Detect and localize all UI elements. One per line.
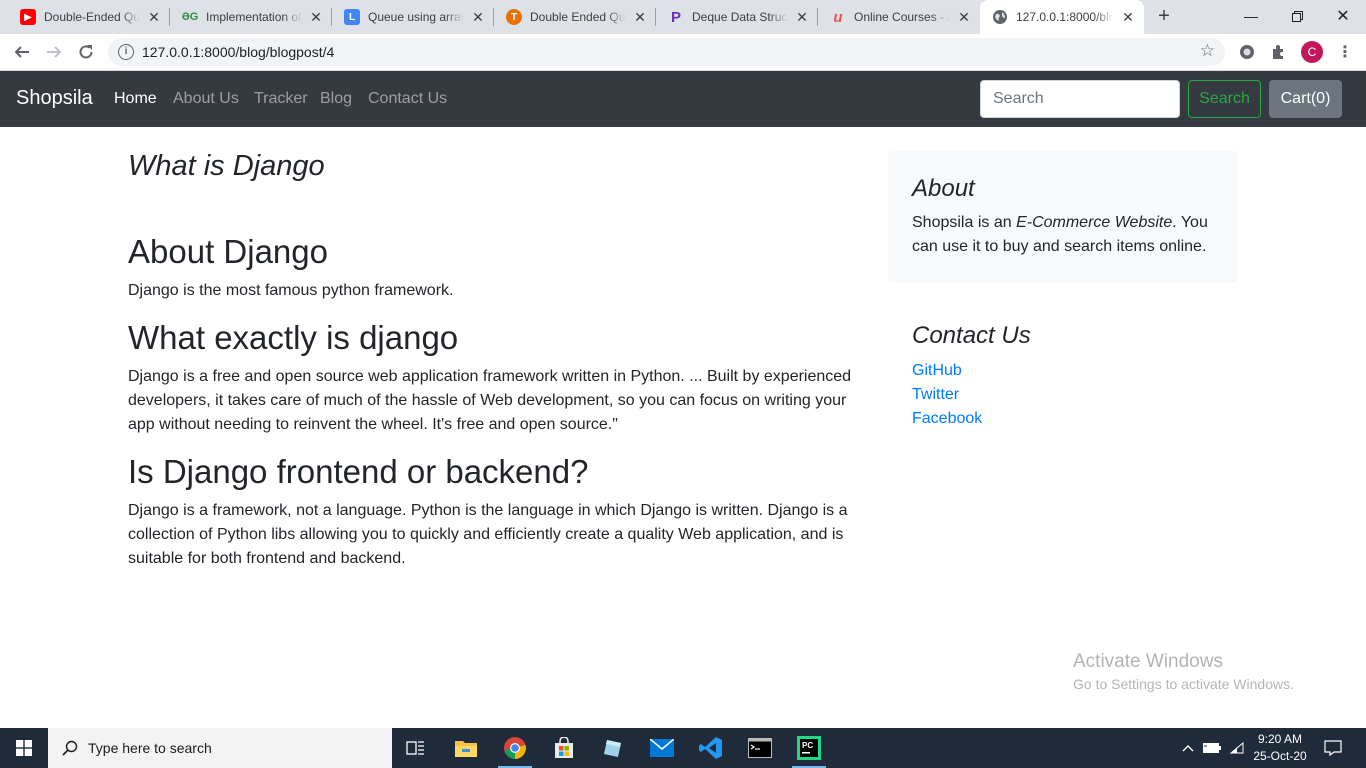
browser-tab[interactable]: L Queue using array ✕ xyxy=(332,0,494,34)
task-view-icon[interactable] xyxy=(393,728,439,768)
section-text: Django is the most famous python framewo… xyxy=(128,282,454,299)
twitter-link[interactable]: Twitter xyxy=(912,386,959,404)
facebook-link[interactable]: Facebook xyxy=(912,410,982,428)
close-window-icon[interactable]: ✕ xyxy=(1320,0,1366,32)
l-icon: L xyxy=(344,9,360,25)
tab-title: Online Courses - A xyxy=(854,10,950,24)
forward-icon[interactable] xyxy=(42,40,66,64)
menu-kebab-icon[interactable]: ⋮ xyxy=(1336,43,1354,61)
browser-tab[interactable]: ▶ Double-Ended Qu ✕ xyxy=(8,0,170,34)
site-navbar: Shopsila Home About Us Tracker Blog Cont… xyxy=(0,71,1366,127)
search-input[interactable]: Search xyxy=(980,80,1180,118)
close-tab-icon[interactable]: ✕ xyxy=(146,9,162,25)
notifications-icon[interactable] xyxy=(1318,728,1348,768)
tab-title: Implementation of xyxy=(206,10,302,24)
pycharm-icon[interactable]: PC xyxy=(786,728,832,768)
nav-tracker[interactable]: Tracker xyxy=(254,90,308,108)
extensions-puzzle-icon[interactable] xyxy=(1270,43,1288,61)
globe-icon xyxy=(992,9,1008,25)
address-bar[interactable]: i 127.0.0.1:8000/blog/blogpost/4 ☆ xyxy=(108,38,1225,66)
browser-tab[interactable]: u Online Courses - A ✕ xyxy=(818,0,980,34)
activate-windows-subtitle: Go to Settings to activate Windows. xyxy=(1073,676,1294,692)
section-text: Django is a free and open source web app… xyxy=(128,368,852,433)
mail-icon[interactable] xyxy=(639,728,685,768)
wifi-icon[interactable] xyxy=(1226,728,1248,768)
microsoft-store-icon[interactable] xyxy=(541,728,587,768)
chrome-icon[interactable] xyxy=(492,728,538,768)
url-text[interactable]: 127.0.0.1:8000/blog/blogpost/4 xyxy=(142,44,334,60)
close-tab-icon[interactable]: ✕ xyxy=(1120,9,1136,25)
udemy-icon: u xyxy=(833,8,843,26)
about-card: About Shopsila is an E-Commerce Website.… xyxy=(888,151,1238,282)
vscode-icon[interactable] xyxy=(688,728,734,768)
svg-text:PC: PC xyxy=(802,741,813,750)
show-hidden-icons-chevron-icon[interactable] xyxy=(1178,728,1198,768)
new-tab-button[interactable]: + xyxy=(1152,5,1176,29)
battery-icon[interactable] xyxy=(1201,728,1223,768)
section-heading: About Django xyxy=(128,233,328,270)
system-clock[interactable]: 9:20 AM 25-Oct-20 xyxy=(1250,731,1310,765)
taskbar-search-placeholder: Type here to search xyxy=(88,740,212,756)
brand-logo[interactable]: Shopsila xyxy=(16,87,93,110)
post-title: What is Django xyxy=(128,150,325,182)
sticky-app-icon[interactable] xyxy=(590,728,636,768)
tab-title: Deque Data Struct xyxy=(692,10,788,24)
search-button[interactable]: Search xyxy=(1188,80,1261,118)
nav-contact-us[interactable]: Contact Us xyxy=(368,90,447,108)
nav-about-us[interactable]: About Us xyxy=(173,90,239,108)
clock-time: 9:20 AM xyxy=(1257,732,1303,746)
extension-circle-icon[interactable] xyxy=(1238,43,1256,61)
cart-button[interactable]: Cart(0) xyxy=(1269,80,1342,118)
section-text: Django is a framework, not a language. P… xyxy=(128,502,848,567)
info-icon[interactable]: i xyxy=(118,44,134,60)
windows-start-icon[interactable] xyxy=(0,728,48,768)
windows-taskbar: Type here to search PC 9:20 AM 25-Oct-20 xyxy=(0,728,1366,768)
close-tab-icon[interactable]: ✕ xyxy=(470,9,486,25)
section-heading: Is Django frontend or backend? xyxy=(128,453,589,490)
browser-toolbar: i 127.0.0.1:8000/blog/blogpost/4 ☆ C ⋮ xyxy=(0,34,1366,71)
about-heading: About xyxy=(912,175,975,202)
tab-title: Double-Ended Qu xyxy=(44,10,140,24)
tab-title: 127.0.0.1:8000/blo xyxy=(1016,10,1114,24)
github-link[interactable]: GitHub xyxy=(912,362,962,380)
command-prompt-icon[interactable] xyxy=(737,728,783,768)
contact-heading: Contact Us xyxy=(912,322,1031,349)
search-icon xyxy=(62,740,78,756)
tab-title: Queue using array xyxy=(368,10,464,24)
close-tab-icon[interactable]: ✕ xyxy=(956,9,972,25)
close-tab-icon[interactable]: ✕ xyxy=(632,9,648,25)
nav-blog[interactable]: Blog xyxy=(320,90,352,108)
browser-tab[interactable]: ƏG Implementation of ✕ xyxy=(170,0,332,34)
profile-avatar[interactable]: C xyxy=(1301,41,1323,63)
geeksforgeeks-icon: ƏG xyxy=(181,11,199,23)
close-tab-icon[interactable]: ✕ xyxy=(794,9,810,25)
clock-date: 25-Oct-20 xyxy=(1253,749,1307,763)
activate-windows-title: Activate Windows xyxy=(1073,651,1223,672)
section-heading: What exactly is django xyxy=(128,319,459,356)
youtube-icon: ▶ xyxy=(20,9,36,25)
close-tab-icon[interactable]: ✕ xyxy=(308,9,324,25)
back-icon[interactable] xyxy=(10,40,34,64)
browser-tab-active[interactable]: 127.0.0.1:8000/blo ✕ xyxy=(980,0,1144,34)
about-text: Shopsila is an E-Commerce Website. You c… xyxy=(912,214,1208,255)
tab-title: Double Ended Qu xyxy=(530,10,626,24)
bookmark-star-icon[interactable]: ☆ xyxy=(1200,41,1215,61)
taskbar-search-box[interactable]: Type here to search xyxy=(48,728,392,768)
tutorial-icon: T xyxy=(506,9,522,25)
minimize-icon[interactable]: — xyxy=(1228,0,1274,32)
programiz-icon: P xyxy=(670,8,681,26)
browser-tab[interactable]: T Double Ended Qu ✕ xyxy=(494,0,656,34)
browser-tab[interactable]: P Deque Data Struct ✕ xyxy=(656,0,818,34)
restore-icon[interactable] xyxy=(1274,0,1320,32)
nav-home[interactable]: Home xyxy=(114,90,157,108)
file-explorer-icon[interactable] xyxy=(443,728,489,768)
browser-tab-strip: ▶ Double-Ended Qu ✕ ƏG Implementation of… xyxy=(0,0,1366,34)
reload-icon[interactable] xyxy=(74,40,98,64)
